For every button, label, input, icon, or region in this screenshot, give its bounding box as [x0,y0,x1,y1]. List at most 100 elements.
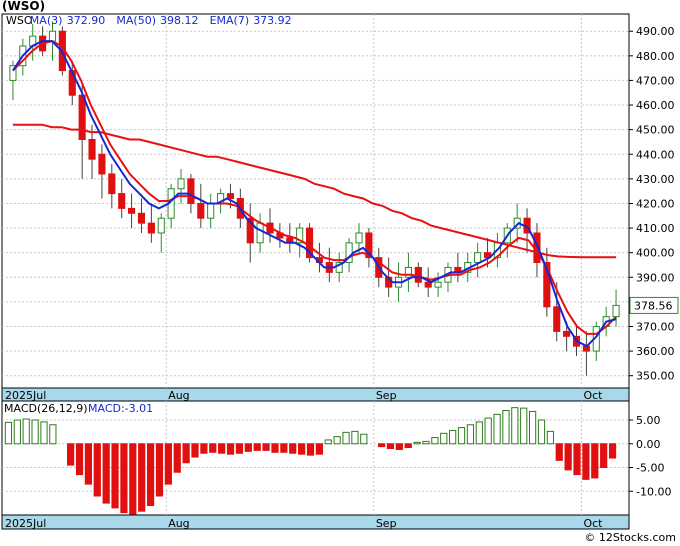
date-label: Aug [168,389,189,402]
macd-bar [129,443,137,515]
macd-bar [449,429,457,445]
macd-bar [93,443,101,497]
macd-tick-label: 5.00 [636,414,661,427]
price-tick-label: 360.00 [636,345,675,358]
macd-bar [164,443,172,485]
macd-bar [493,413,501,445]
price-tick-label: 350.00 [636,370,675,383]
macd-bar [4,421,13,445]
macd-label: MACD(26,12,9) [4,402,88,415]
macd-bar [422,440,430,445]
candle-body [226,193,235,200]
candle-body [197,202,205,219]
candle-body [128,207,136,214]
price-tick-label: 370.00 [636,320,675,333]
date-label: Sep [376,517,397,530]
macd-bar [333,436,341,445]
candle-body [355,232,363,244]
macd-bar [511,407,519,445]
macd-bar [528,410,537,445]
candle-body [137,212,146,224]
price-tick-label: 450.00 [636,124,675,137]
macd-bar [289,443,297,454]
date-axis-bar [1,387,630,402]
macd-bar [280,443,288,453]
candle-body [108,173,116,195]
macd-bar [608,443,617,459]
candle-body [207,202,215,219]
macd-bar [404,443,412,449]
macd-bar [413,441,421,445]
macd-bar [22,418,30,445]
candle-body [78,94,86,140]
macd-bar [155,443,164,497]
macd-bar [271,443,279,453]
macd-panel: 2025Jul Aug Sep Oct 5.00 0.00 -5.00 -10.00 MACD(… [1,400,671,530]
macd-bar [395,443,403,450]
macd-bar [466,424,475,445]
last-price-label: 378.56 [634,299,673,312]
stock-chart: 490.00 480.00 470.00 460.00 450.00 440.00 430.… [1,13,679,544]
macd-bar [555,443,563,461]
macd-bar [306,443,315,456]
date-label: Aug [168,517,189,530]
macd-bar [218,443,226,454]
macd-bar [600,443,608,468]
macd-bar [120,443,128,514]
macd-bar [502,410,510,445]
macd-bar [111,443,119,509]
date-label: Sep [376,389,397,402]
candle-body [88,138,96,160]
date-axis-bar-bottom [1,514,630,530]
candle-body [98,153,106,175]
macd-bar [431,437,439,445]
macd-bar [475,421,483,445]
macd-bar [209,443,217,453]
macd-bar [182,443,190,464]
macd-bar [84,443,93,485]
price-tick-label: 470.00 [636,74,675,87]
macd-bar [200,443,208,454]
candle-body [48,30,57,42]
price-tick-label: 400.00 [636,247,675,260]
date-label: Oct [583,389,603,402]
macd-bar [520,407,528,445]
candle-body [612,304,620,318]
price-tick-label: 410.00 [636,222,675,235]
macd-bar [573,443,581,476]
candle-body [256,222,264,244]
macd-bar [484,417,492,445]
date-label: Oct [583,517,603,530]
macd-bar [298,443,306,455]
macd-bar [40,421,48,445]
macd-bar [546,430,554,445]
macd-bar [457,427,466,445]
macd-bar [67,443,75,466]
price-tick-label: 390.00 [636,271,675,284]
legend-value: 373.92 [253,14,292,27]
candle-body [118,193,126,209]
price-frame [1,13,630,389]
price-tick-label: 460.00 [636,99,675,112]
macd-bar [235,443,244,454]
macd-value: MACD:-3.01 [88,402,153,415]
candle-body [424,281,432,288]
macd-bar [191,443,199,458]
macd-bar [226,443,235,455]
macd-tick-label: 0.00 [636,438,661,451]
macd-bar [537,419,546,445]
footer-credit: © 12Stocks.com [584,531,676,544]
macd-bar [386,443,395,449]
macd-bar [591,443,599,479]
macd-bar [75,443,84,476]
price-tick-label: 440.00 [636,148,675,161]
candle-body [414,266,422,283]
macd-tick-label: -10.00 [636,485,671,498]
macd-bar [138,443,146,512]
candle-body [474,252,482,264]
macd-bar [342,431,350,445]
candle-body [553,306,561,332]
macd-bar [31,419,39,445]
candle-body [157,217,165,234]
candle-body [187,178,195,204]
